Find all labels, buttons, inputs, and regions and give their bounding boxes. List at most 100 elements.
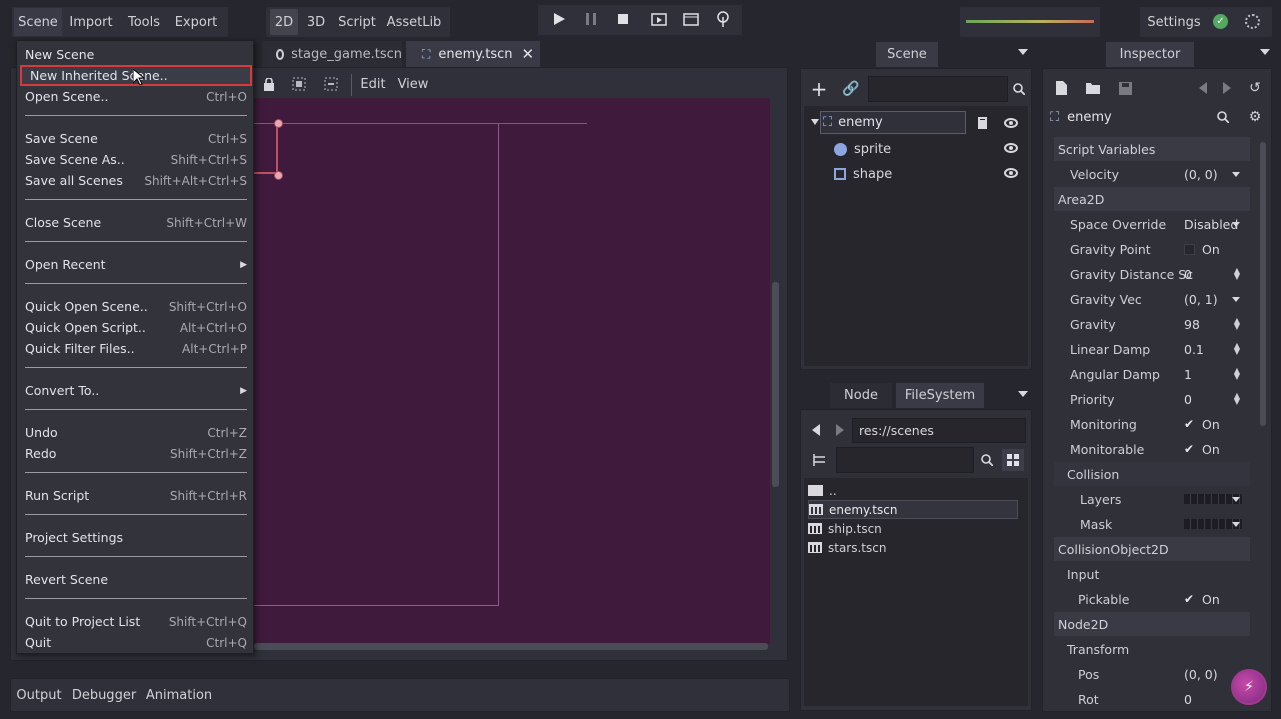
file-item-ship[interactable]: ship.tscn [808, 519, 1018, 538]
menu-item-close-scene[interactable]: Close Scene Shift+Ctrl+W [17, 212, 255, 233]
history-back-icon[interactable] [1196, 78, 1210, 98]
tab-stage-game[interactable]: stage_game.tscn [262, 41, 402, 67]
menu-item-project-settings[interactable]: Project Settings [17, 527, 255, 548]
prop-gravity[interactable]: Gravity 98 ▲ ▼ [1046, 312, 1246, 336]
menu-item-open-recent[interactable]: Open Recent ▶ [17, 254, 255, 275]
file-item-enemy[interactable]: enemy.tscn [808, 500, 1018, 519]
tab-inspector[interactable]: Inspector [1106, 42, 1194, 67]
vertical-scrollbar[interactable] [772, 282, 779, 487]
menu-item-open-scene[interactable]: Open Scene.. Ctrl+O [17, 86, 255, 107]
link-icon[interactable]: 🔗 [840, 78, 862, 100]
group-icon[interactable] [290, 74, 308, 94]
menu-item-save-all-scenes[interactable]: Save all Scenes Shift+Alt+Ctrl+S [17, 170, 255, 191]
file-item-parent[interactable]: .. [808, 481, 1018, 500]
file-item-stars[interactable]: stars.tscn [808, 538, 1018, 557]
prop-mask[interactable]: Mask [1046, 512, 1246, 536]
menu-item-redo[interactable]: Redo Shift+Ctrl+Z [17, 443, 255, 464]
grid-view-icon[interactable] [1002, 449, 1024, 471]
prop-gravity-point[interactable]: Gravity Point On [1046, 237, 1246, 261]
forward-arrow-icon[interactable] [832, 421, 848, 439]
mode-assetlib[interactable]: AssetLib [384, 9, 444, 35]
pause-icon[interactable] [580, 8, 602, 30]
tree-node-shape[interactable]: shape [834, 163, 964, 185]
play-custom-icon[interactable] [680, 8, 702, 30]
prop-angular-damp[interactable]: Angular Damp 1 ▲ ▼ [1046, 362, 1246, 386]
mode-2d[interactable]: 2D [270, 9, 298, 35]
group-input[interactable]: Input [1046, 562, 1246, 586]
play-icon[interactable] [548, 8, 570, 30]
scene-dock-menu-icon[interactable] [1018, 49, 1028, 55]
menu-tools[interactable]: Tools [120, 8, 168, 36]
prop-gravity-vec[interactable]: Gravity Vec (0, 1) [1046, 287, 1246, 311]
history-icon[interactable]: ↺ [1246, 78, 1264, 98]
path-field[interactable]: res://scenes [852, 418, 1026, 443]
tree-node-sprite[interactable]: sprite [834, 138, 964, 160]
tab-filesystem[interactable]: FileSystem [896, 383, 984, 408]
prop-monitorable[interactable]: Monitorable ✔ On [1046, 437, 1246, 461]
menu-item-new-scene[interactable]: New Scene [17, 44, 255, 65]
close-icon[interactable]: ✕ [522, 45, 535, 63]
skeleton-icon[interactable] [322, 74, 340, 94]
tab-animation[interactable]: Animation [144, 684, 214, 706]
menu-item-revert-scene[interactable]: Revert Scene [17, 569, 255, 590]
menu-item-convert-to[interactable]: Convert To.. ▶ [17, 380, 255, 401]
tab-node[interactable]: Node [830, 383, 892, 408]
mode-script[interactable]: Script [334, 9, 380, 35]
horizontal-scrollbar[interactable] [254, 643, 768, 650]
search-icon[interactable] [1214, 108, 1232, 126]
canvas[interactable] [254, 98, 770, 644]
visibility-eye-icon[interactable] [1002, 139, 1020, 157]
back-arrow-icon[interactable] [808, 421, 824, 439]
settings-button[interactable]: Settings [1144, 9, 1204, 35]
scene-filter-input[interactable] [868, 76, 1008, 102]
visibility-eye-icon[interactable] [1002, 164, 1020, 182]
menu-item-quit[interactable]: Quit Ctrl+Q [17, 632, 255, 653]
tree-node-enemy[interactable]: ⛶ enemy [820, 111, 966, 134]
menu-item-quick-open-script[interactable]: Quick Open Script.. Alt+Ctrl+O [17, 317, 255, 338]
tab-scene-dock[interactable]: Scene [876, 42, 938, 67]
checkmark-icon[interactable]: ✔ [1184, 442, 1194, 456]
prop-gravity-distance-scale[interactable]: Gravity Distance Sc 0 ▲ ▼ [1046, 262, 1246, 286]
tree-collapse-icon[interactable] [811, 119, 819, 125]
open-folder-icon[interactable] [1084, 78, 1102, 98]
fs-dock-menu-icon[interactable] [1018, 391, 1028, 397]
save-resource-icon[interactable] [1116, 78, 1134, 98]
menu-item-quick-filter-files[interactable]: Quick Filter Files.. Alt+Ctrl+P [17, 338, 255, 359]
prop-layers[interactable]: Layers [1046, 487, 1246, 511]
tab-debugger[interactable]: Debugger [70, 684, 138, 706]
inspector-menu-icon[interactable] [1260, 49, 1270, 55]
tab-enemy[interactable]: ⛶ enemy.tscn ✕ [406, 41, 540, 67]
search-icon[interactable] [978, 451, 996, 469]
group-transform[interactable]: Transform [1046, 637, 1246, 661]
menu-scene[interactable]: Scene [14, 8, 62, 36]
history-forward-icon[interactable] [1220, 78, 1234, 98]
file-filter-input[interactable] [836, 447, 974, 473]
play-scene-icon[interactable] [648, 8, 670, 30]
menu-export[interactable]: Export [170, 8, 222, 36]
menu-item-quick-open-scene[interactable]: Quick Open Scene.. Shift+Ctrl+O [17, 296, 255, 317]
prop-linear-damp[interactable]: Linear Damp 0.1 ▲ ▼ [1046, 337, 1246, 361]
checkmark-icon[interactable]: ✔ [1184, 592, 1194, 606]
group-collision[interactable]: Collision [1054, 462, 1250, 486]
visibility-eye-icon[interactable] [1002, 114, 1020, 132]
prop-pickable[interactable]: Pickable ✔ On [1046, 587, 1246, 611]
search-icon[interactable] [1010, 80, 1028, 98]
script-icon[interactable] [974, 114, 992, 132]
prop-priority[interactable]: Priority 0 ▲ ▼ [1046, 387, 1246, 411]
menu-item-save-scene-as[interactable]: Save Scene As.. Shift+Ctrl+S [17, 149, 255, 170]
remote-debug-icon[interactable] [712, 8, 734, 30]
mode-3d[interactable]: 3D [302, 9, 330, 35]
prop-space-override[interactable]: Space Override Disabled [1046, 212, 1246, 236]
gear-icon[interactable]: ⚙ [1246, 108, 1264, 126]
prop-velocity[interactable]: Velocity (0, 0) [1046, 162, 1246, 186]
stop-icon[interactable] [612, 8, 634, 30]
menu-import[interactable]: Import [64, 8, 118, 36]
menu-item-run-script[interactable]: Run Script Shift+Ctrl+R [17, 485, 255, 506]
lock-icon[interactable] [260, 74, 278, 94]
menu-item-quit-to-project-list[interactable]: Quit to Project List Shift+Ctrl+Q [17, 611, 255, 632]
prop-monitoring[interactable]: Monitoring ✔ On [1046, 412, 1246, 436]
add-node-icon[interactable]: + [808, 77, 830, 101]
prop-pos[interactable]: Pos (0, 0) [1046, 662, 1246, 686]
inspector-scrollbar[interactable] [1260, 142, 1266, 426]
checkmark-icon[interactable]: ✔ [1184, 417, 1194, 431]
